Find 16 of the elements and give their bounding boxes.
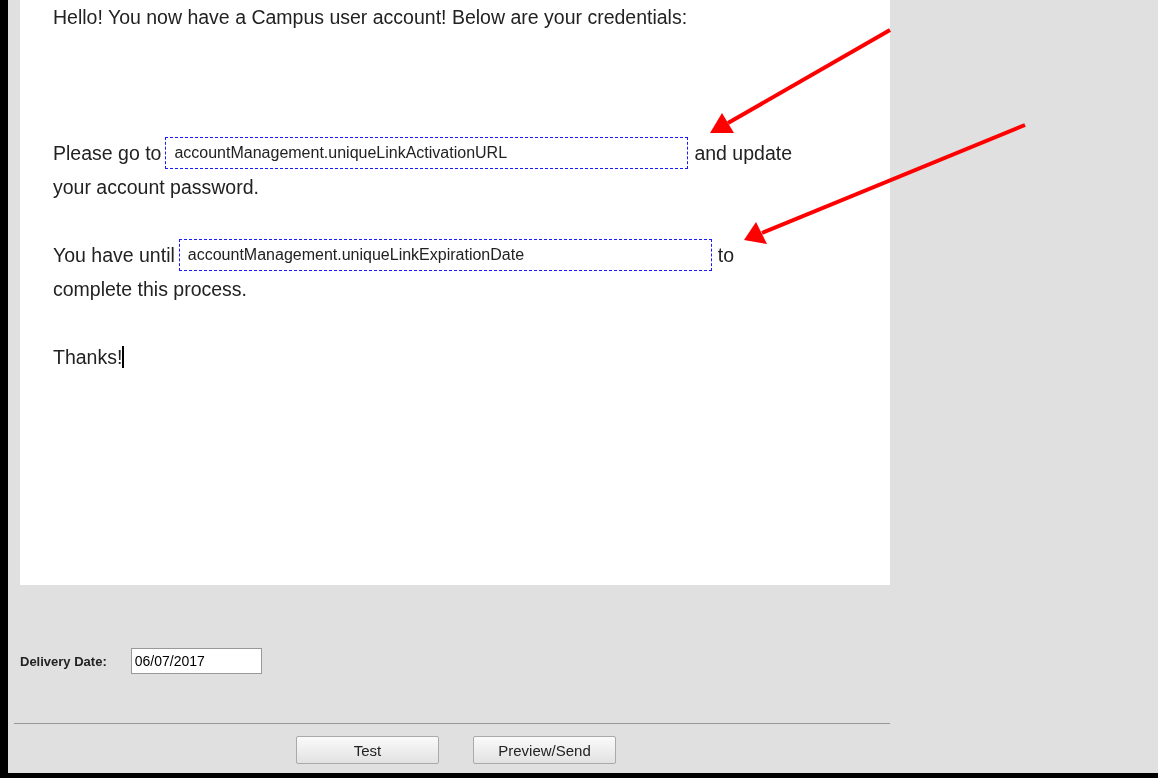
message-text: You have until bbox=[53, 243, 175, 268]
message-text: Please go to bbox=[53, 141, 162, 166]
test-button[interactable]: Test bbox=[296, 736, 439, 764]
message-text: complete this process. bbox=[53, 277, 247, 302]
delivery-date-field[interactable]: 06/07/2017 bbox=[130, 648, 262, 674]
merge-field[interactable]: accountManagement.uniqueLinkActivationURL bbox=[165, 137, 689, 169]
message-text: Thanks! bbox=[53, 345, 123, 370]
message-text: and update bbox=[694, 141, 793, 166]
delivery-date-label: Delivery Date: bbox=[20, 653, 107, 669]
message-text: to bbox=[717, 243, 735, 268]
message-text: your account password. bbox=[53, 175, 259, 200]
merge-field[interactable]: accountManagement.uniqueLinkExpirationDate bbox=[178, 239, 712, 271]
message-text: Hello! You now have a Campus user account! Below are your credentials: bbox=[53, 5, 688, 30]
message-editor[interactable] bbox=[20, 0, 890, 585]
preview-send-button[interactable]: Preview/Send bbox=[473, 736, 616, 764]
text-cursor bbox=[122, 346, 125, 368]
